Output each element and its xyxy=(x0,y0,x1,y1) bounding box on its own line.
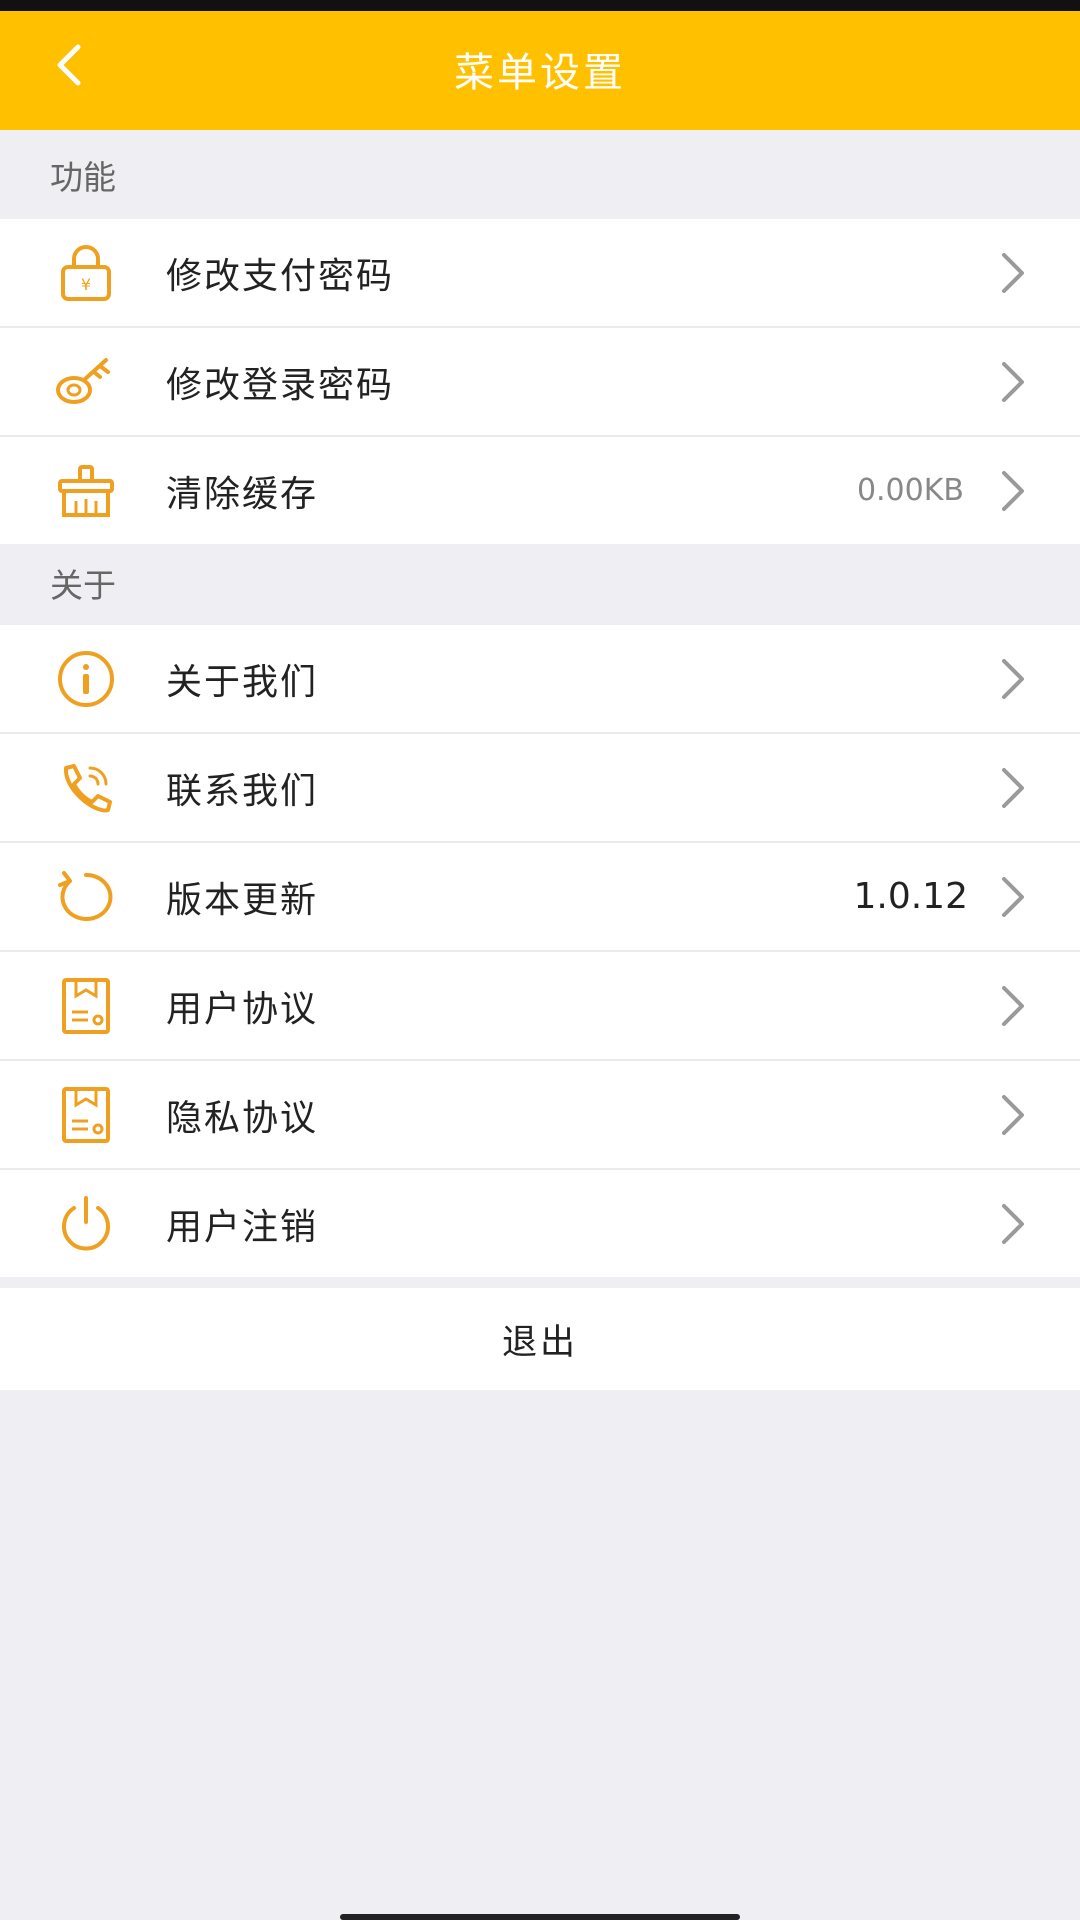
row-about-us[interactable]: 关于我们 xyxy=(0,625,1080,732)
row-label: 修改登录密码 xyxy=(166,364,395,406)
row-label: 用户协议 xyxy=(166,988,319,1030)
section-label-function: 功能 xyxy=(50,157,116,197)
chevron-right-icon xyxy=(1002,658,1024,699)
chevron-right-icon xyxy=(1002,985,1024,1026)
refresh-icon xyxy=(54,865,118,929)
row-label: 用户注销 xyxy=(166,1206,319,1248)
row-label: 联系我们 xyxy=(166,770,319,812)
row-change-pay-password[interactable]: ¥ 修改支付密码 xyxy=(0,219,1080,326)
function-group: ¥ 修改支付密码 修改登录密码 清除缓存 0.00KB xyxy=(0,219,1080,544)
row-label: 隐私协议 xyxy=(166,1097,319,1139)
section-label-about: 关于 xyxy=(50,565,116,605)
phone-icon xyxy=(54,756,118,820)
row-clear-cache[interactable]: 清除缓存 0.00KB xyxy=(0,435,1080,544)
header-bar: 菜单设置 xyxy=(0,11,1080,130)
row-account-cancellation[interactable]: 用户注销 xyxy=(0,1168,1080,1277)
row-label: 修改支付密码 xyxy=(166,255,395,297)
document-icon xyxy=(54,974,118,1038)
page-title: 菜单设置 xyxy=(454,49,626,96)
row-version-update[interactable]: 版本更新 1.0.12 xyxy=(0,841,1080,950)
settings-page: 菜单设置 功能 ¥ 修改支付密码 修改登录密码 清除缓存 0.00KB 关于 关… xyxy=(0,0,1080,1920)
chevron-right-icon xyxy=(1002,767,1024,808)
broom-icon xyxy=(54,459,118,523)
home-indicator xyxy=(340,1914,740,1920)
row-user-agreement[interactable]: 用户协议 xyxy=(0,950,1080,1059)
chevron-right-icon xyxy=(1002,252,1024,293)
chevron-right-icon xyxy=(1002,1094,1024,1135)
chevron-right-icon xyxy=(1002,876,1024,917)
info-icon xyxy=(54,647,118,711)
logout-label: 退出 xyxy=(501,1322,578,1363)
document-icon xyxy=(54,1083,118,1147)
status-bar xyxy=(0,0,1080,11)
svg-text:¥: ¥ xyxy=(81,275,91,294)
row-privacy-agreement[interactable]: 隐私协议 xyxy=(0,1059,1080,1168)
logout-button[interactable]: 退出 xyxy=(0,1288,1080,1390)
row-change-login-password[interactable]: 修改登录密码 xyxy=(0,326,1080,435)
power-icon xyxy=(54,1192,118,1256)
about-group: 关于我们 联系我们 版本更新 1.0.12 用户协议 隐私协议 用户注销 xyxy=(0,625,1080,1277)
chevron-left-icon xyxy=(57,44,81,86)
row-label: 版本更新 xyxy=(166,879,319,921)
row-label: 清除缓存 xyxy=(166,473,319,515)
key-icon xyxy=(54,350,118,414)
back-button[interactable] xyxy=(38,33,98,97)
chevron-right-icon xyxy=(1002,1203,1024,1244)
row-contact-us[interactable]: 联系我们 xyxy=(0,732,1080,841)
chevron-right-icon xyxy=(1002,361,1024,402)
lock-yen-icon: ¥ xyxy=(54,241,118,305)
chevron-right-icon xyxy=(1002,470,1024,511)
version-value: 1.0.12 xyxy=(853,876,968,917)
cache-size-value: 0.00KB xyxy=(856,473,964,508)
row-label: 关于我们 xyxy=(166,661,319,703)
